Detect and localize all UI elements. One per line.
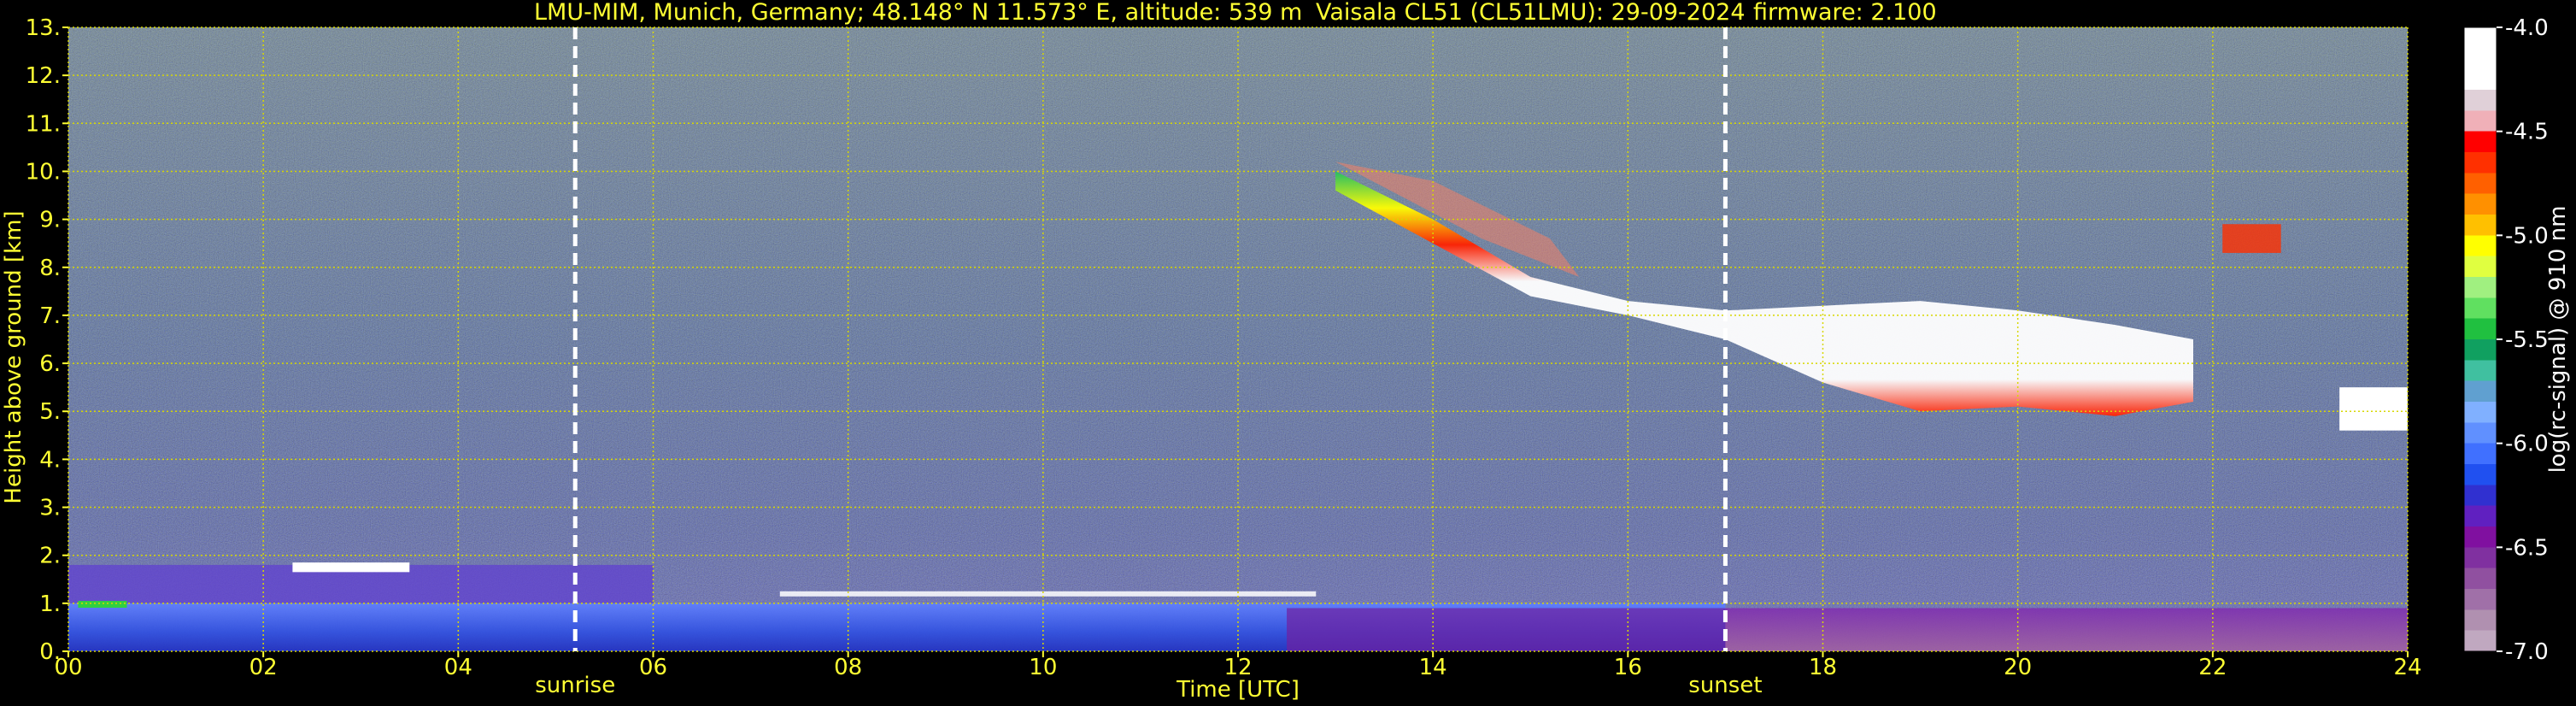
plot-area: sunrise sunset: [67, 26, 2409, 698]
x-axis-label: Time [UTC]: [1176, 677, 1300, 703]
layer-cirrus: [2222, 224, 2281, 253]
y-axis-ticks: 0. 1. 2. 3. 4. 5. 6. 7. 8. 9. 10. 11. 12. 13.: [26, 15, 68, 665]
colorbar-tick-label: -7.0: [2505, 639, 2549, 665]
event-label: sunset: [1688, 673, 1762, 698]
title-location: LMU-MIM, Munich, Germany; 48.148° N 11.5…: [534, 0, 1302, 26]
colorbar-gradient: [2463, 26, 2497, 652]
colorbar-ticks: -4.0 -4.5 -5.0 -5.5 -6.0 -6.5 -7.0: [2497, 15, 2549, 665]
x-tick-label: 14: [1419, 655, 1447, 680]
x-tick-label: 10: [1029, 655, 1057, 680]
layer-boundary-evening: [1725, 608, 2408, 651]
y-tick-label: 1.: [39, 591, 61, 617]
colorbar-tick-label: -6.5: [2505, 535, 2549, 561]
y-tick-label: 11.: [26, 111, 61, 137]
y-tick-label: 10.: [26, 159, 61, 185]
x-tick-label: 18: [1809, 655, 1837, 680]
y-tick-label: 0.: [39, 639, 61, 665]
x-tick-label: 24: [2393, 655, 2421, 680]
event-label: sunrise: [535, 673, 615, 698]
y-tick-label: 8.: [39, 256, 61, 281]
y-tick-label: 9.: [39, 208, 61, 233]
x-tick-label: 22: [2198, 655, 2227, 680]
y-tick-label: 5.: [39, 399, 61, 425]
y-axis-label: Height above ground [km]: [1, 210, 26, 503]
colorbar-tick-label: -6.0: [2505, 432, 2549, 457]
y-tick-label: 12.: [26, 63, 61, 89]
colorbar-tick-label: -5.0: [2505, 223, 2549, 249]
title-firmware: firmware: 2.100: [1753, 0, 1937, 26]
x-axis-ticks: 00 02 04 06 08 10 12 14 16 18 20 22 24: [54, 651, 2422, 680]
x-tick-label: 06: [639, 655, 667, 680]
ceilometer-chart: sunrise sunset 00 02 04 06 08 10 12 14 16 18 20 22 24…: [1, 0, 2571, 703]
layer-boundary-afternoon: [1287, 608, 1726, 651]
x-tick-label: 16: [1614, 655, 1642, 680]
colorbar-tick-label: -5.5: [2505, 327, 2549, 353]
layer-cloud-top: [779, 591, 1317, 597]
colorbar: -4.0 -4.5 -5.0 -5.5 -6.0 -6.5 -7.0 log(rc-sign…: [2463, 15, 2571, 665]
layer-residual-edge: [78, 601, 127, 609]
layer-cloud-late: [2339, 387, 2408, 431]
y-tick-label: 6.: [39, 351, 61, 377]
x-tick-label: 20: [2004, 655, 2032, 680]
title-instrument: Vaisala CL51 (CL51LMU): 29-09-2024: [1316, 0, 1746, 26]
x-tick-label: 02: [249, 655, 278, 680]
colorbar-tick-label: -4.0: [2505, 15, 2549, 41]
y-tick-label: 7.: [39, 303, 61, 329]
colorbar-tick-label: -4.5: [2505, 120, 2549, 145]
x-tick-label: 04: [444, 655, 472, 680]
colorbar-label: log(rc-signal) @ 910 nm: [2545, 206, 2571, 474]
y-tick-label: 13.: [26, 15, 61, 41]
x-tick-label: 08: [834, 655, 862, 680]
y-tick-label: 2.: [39, 544, 61, 569]
layer-residual-cloud: [292, 562, 410, 573]
y-tick-label: 3.: [39, 496, 61, 521]
y-tick-label: 4.: [39, 447, 61, 473]
